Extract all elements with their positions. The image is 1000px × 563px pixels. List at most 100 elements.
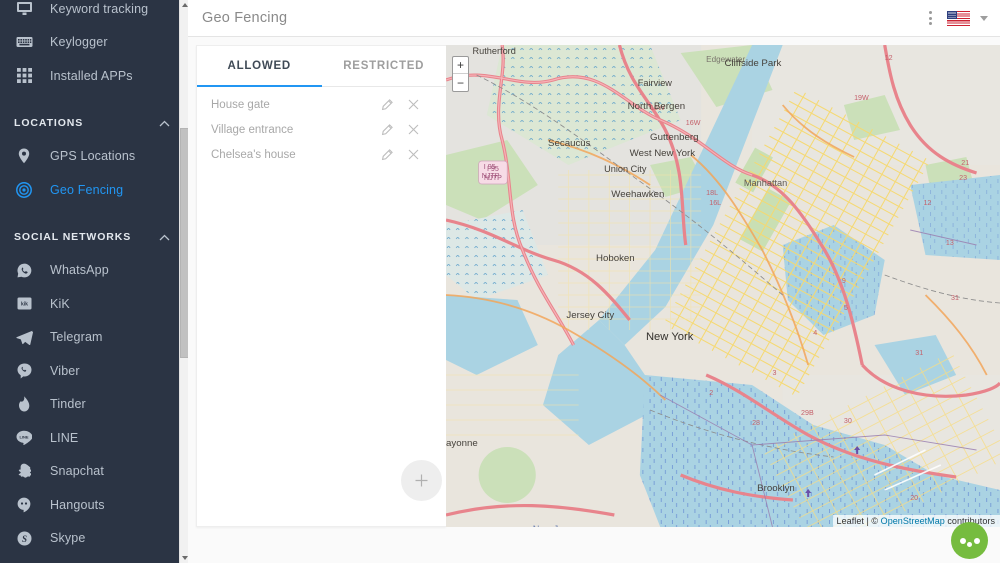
plus-icon [414, 473, 429, 488]
map-zoom-controls[interactable]: + − [452, 56, 469, 92]
openstreetmap-link[interactable]: OpenStreetMap [881, 516, 945, 526]
sidebar-item-gps-locations[interactable]: GPS Locations [0, 140, 188, 174]
chat-widget-button[interactable] [951, 522, 988, 559]
sidebar-section-label: LOCATIONS [14, 117, 83, 129]
skype-icon: S [10, 528, 38, 548]
close-x-icon[interactable] [400, 99, 426, 110]
sidebar-item-keyword-tracking[interactable]: Keyword tracking [0, 0, 188, 26]
map-tiles[interactable]: I 95 NJTP 16W16W19W 18L16L 954 3228 29B3… [446, 45, 1000, 527]
svg-text:NJTP: NJTP [484, 175, 502, 182]
map-pin-icon [10, 146, 38, 166]
chat-dots-icon [960, 538, 966, 544]
kebab-menu-icon[interactable] [924, 7, 937, 29]
viber-icon [10, 361, 38, 381]
sidebar-item-label: Telegram [50, 330, 103, 344]
sidebar-item-snapchat[interactable]: Snapchat [0, 455, 188, 489]
tab-label: ALLOWED [228, 60, 291, 72]
chevron-up-icon[interactable] [159, 114, 170, 132]
tab-restricted[interactable]: RESTRICTED [322, 46, 447, 86]
panel-tabs: ALLOWED RESTRICTED [197, 46, 446, 87]
svg-text:13: 13 [946, 240, 954, 247]
sidebar-item-label: Installed APPs [50, 69, 133, 83]
sidebar-item-telegram[interactable]: Telegram [0, 321, 188, 355]
sidebar-item-label: Keylogger [50, 35, 108, 49]
top-bar-actions [924, 7, 988, 29]
us-flag-icon[interactable] [947, 11, 970, 26]
svg-text:21: 21 [961, 160, 969, 167]
hangouts-icon [10, 495, 38, 515]
svg-text:I 95: I 95 [487, 166, 499, 173]
scrollbar-thumb[interactable] [180, 128, 188, 358]
content-area: ALLOWED RESTRICTED House gate [188, 37, 1000, 563]
grid-apps-icon [10, 66, 38, 86]
svg-text:31: 31 [915, 350, 923, 357]
sidebar-item-label: Tinder [50, 397, 86, 411]
sidebar-item-keylogger[interactable]: Keylogger [0, 26, 188, 60]
sidebar: Keyword tracking Keylogger Installed APP… [0, 0, 188, 563]
sidebar-item-label: LINE [50, 431, 78, 445]
sidebar-item-label: KiK [50, 297, 70, 311]
svg-text:18L: 18L [706, 190, 718, 197]
svg-text:kik: kik [21, 302, 28, 308]
sidebar-item-skype[interactable]: S Skype [0, 522, 188, 556]
keyboard-icon [10, 32, 38, 52]
scrollbar-down-arrow-icon[interactable] [180, 553, 188, 563]
telegram-icon [10, 327, 38, 347]
monitor-icon [10, 0, 38, 19]
sidebar-section-locations[interactable]: LOCATIONS [0, 106, 188, 140]
main-area: Geo Fencing ALLOWED RESTRIC [188, 0, 1000, 563]
svg-text:20: 20 [910, 495, 918, 502]
svg-text:29B: 29B [801, 410, 814, 417]
add-geofence-button[interactable] [401, 460, 442, 501]
list-item[interactable]: Village entrance [197, 117, 446, 142]
close-x-icon[interactable] [400, 124, 426, 135]
sidebar-section-social-networks[interactable]: SOCIAL NETWORKS [0, 220, 188, 254]
target-circle-icon [10, 180, 38, 200]
svg-text:16L: 16L [709, 200, 721, 207]
svg-text:31: 31 [951, 295, 959, 302]
pencil-icon[interactable] [374, 124, 400, 136]
sidebar-scroll-content: Keyword tracking Keylogger Installed APP… [0, 0, 188, 555]
geofence-list: House gate Village entrance [197, 87, 446, 167]
list-item[interactable]: House gate [197, 92, 446, 117]
scrollbar-up-arrow-icon[interactable] [180, 0, 188, 10]
sidebar-item-label: Snapchat [50, 464, 104, 478]
sidebar-item-geo-fencing[interactable]: Geo Fencing [0, 173, 188, 207]
svg-text:5: 5 [844, 305, 848, 312]
sidebar-item-label: GPS Locations [50, 149, 135, 163]
map-vector: I 95 NJTP 16W16W19W 18L16L 954 3228 29B3… [446, 45, 1000, 527]
svg-text:LINE: LINE [19, 435, 28, 440]
close-x-icon[interactable] [400, 149, 426, 160]
svg-text:9: 9 [842, 278, 846, 285]
pencil-icon[interactable] [374, 99, 400, 111]
map-container[interactable]: I 95 NJTP 16W16W19W 18L16L 954 3228 29B3… [446, 45, 1000, 527]
sidebar-item-kik[interactable]: kik KiK [0, 287, 188, 321]
sidebar-item-label: Keyword tracking [50, 2, 148, 16]
tab-label: RESTRICTED [343, 60, 424, 72]
zoom-out-button[interactable]: − [453, 74, 468, 91]
list-item[interactable]: Chelsea's house [197, 142, 446, 167]
sidebar-item-label: Geo Fencing [50, 183, 123, 197]
page-title: Geo Fencing [202, 10, 287, 26]
svg-text:19W: 19W [854, 95, 869, 102]
sidebar-item-tinder[interactable]: Tinder [0, 388, 188, 422]
pencil-icon[interactable] [374, 149, 400, 161]
chevron-down-icon[interactable] [980, 16, 988, 21]
sidebar-item-hangouts[interactable]: Hangouts [0, 488, 188, 522]
sidebar-scrollbar[interactable] [179, 0, 188, 563]
whatsapp-icon [10, 260, 38, 280]
svg-text:16W: 16W [650, 105, 665, 112]
snapchat-ghost-icon [10, 461, 38, 481]
chevron-up-icon[interactable] [159, 228, 170, 246]
sidebar-item-viber[interactable]: Viber [0, 354, 188, 388]
geofence-name: House gate [211, 99, 374, 111]
svg-text:28: 28 [752, 420, 760, 427]
sidebar-item-whatsapp[interactable]: WhatsApp [0, 254, 188, 288]
svg-text:12: 12 [923, 200, 931, 207]
tab-allowed[interactable]: ALLOWED [197, 46, 322, 86]
sidebar-item-installed-apps[interactable]: Installed APPs [0, 59, 188, 93]
geofence-name: Village entrance [211, 124, 374, 136]
sidebar-item-line[interactable]: LINE LINE [0, 421, 188, 455]
sidebar-item-label: Hangouts [50, 498, 105, 512]
zoom-in-button[interactable]: + [453, 57, 468, 74]
